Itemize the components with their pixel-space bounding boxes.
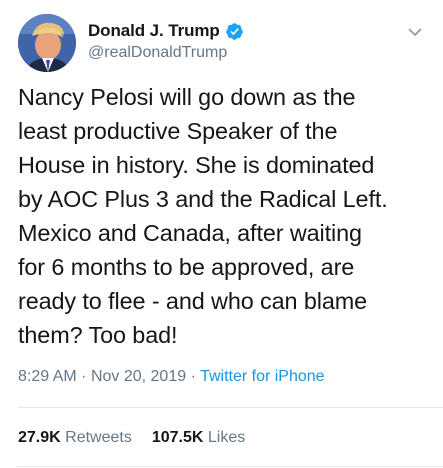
retweets-count: 27.9K xyxy=(18,429,61,446)
tweet-text-line: Nancy Pelosi will go down as the xyxy=(18,84,356,110)
tweet-stats: 27.9K Retweets 107.5K Likes xyxy=(18,429,245,447)
tweet-card: Donald J. Trump @realDonaldTrump Nancy P… xyxy=(0,0,443,468)
likes-label: Likes xyxy=(207,429,246,446)
divider xyxy=(18,466,443,467)
chevron-down-icon[interactable] xyxy=(407,24,423,40)
author-names: Donald J. Trump @realDonaldTrump xyxy=(88,20,244,62)
tweet-text: Nancy Pelosi will go down as the least p… xyxy=(18,80,433,352)
tweet-text-line: least productive Speaker of the xyxy=(18,118,338,144)
tweet-header: Donald J. Trump @realDonaldTrump xyxy=(18,14,429,76)
display-name[interactable]: Donald J. Trump xyxy=(88,21,220,41)
retweets-label: Retweets xyxy=(65,429,132,446)
user-handle[interactable]: @realDonaldTrump xyxy=(88,44,244,62)
avatar[interactable] xyxy=(18,14,76,72)
tweet-text-line: House in history. She is dominated xyxy=(18,152,375,178)
tweet-date[interactable]: Nov 20, 2019 xyxy=(91,368,186,385)
meta-separator: · xyxy=(190,368,196,385)
tweet-text-line: for 6 months to be approved, are xyxy=(18,254,355,280)
profile-photo-icon xyxy=(18,14,76,72)
meta-separator: · xyxy=(81,368,87,385)
verified-badge-icon xyxy=(225,22,243,40)
retweets-stat[interactable]: 27.9K Retweets xyxy=(18,429,132,446)
tweet-source-link[interactable]: Twitter for iPhone xyxy=(200,368,325,385)
likes-stat[interactable]: 107.5K Likes xyxy=(152,429,245,446)
tweet-text-line: ready to flee - and who can blame xyxy=(18,288,368,314)
tweet-text-line: by AOC Plus 3 and the Radical Left. xyxy=(18,186,388,212)
likes-count: 107.5K xyxy=(151,429,204,446)
tweet-text-line: Mexico and Canada, after waiting xyxy=(18,220,362,246)
tweet-metadata: 8:29 AM · Nov 20, 2019 · Twitter for iPh… xyxy=(18,368,325,386)
tweet-text-line: them? Too bad! xyxy=(18,322,178,348)
tweet-time[interactable]: 8:29 AM xyxy=(18,368,77,385)
divider xyxy=(18,407,443,408)
